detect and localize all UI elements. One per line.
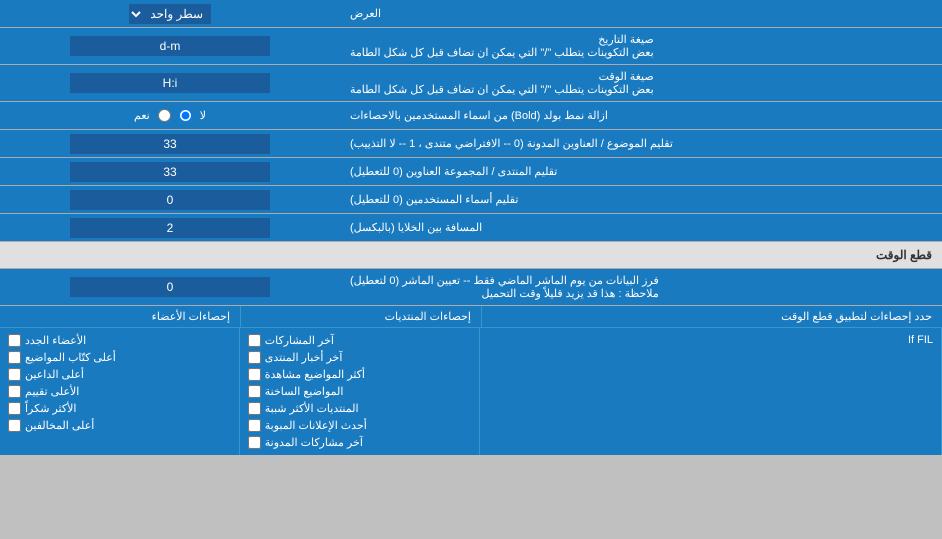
- cutoff-row: فرز البيانات من يوم الماشر الماضي فقط --…: [0, 269, 942, 306]
- col1-header-label: إحصاءات الأعضاء: [0, 306, 241, 327]
- cutoff-label: فرز البيانات من يوم الماشر الماضي فقط --…: [340, 269, 942, 305]
- cutoff-input[interactable]: [70, 277, 270, 297]
- bold-radio-group: لا نعم: [124, 105, 216, 126]
- checkbox-forum-news-input[interactable]: [248, 351, 261, 364]
- checkbox-hot-topics-input[interactable]: [248, 385, 261, 398]
- bold-remove-input-cell: لا نعم: [0, 102, 340, 129]
- cutoff-section-header: قطع الوقت: [0, 242, 942, 269]
- limit-label: حدد إحصاءات لتطبيق قطع الوقت: [482, 306, 942, 327]
- date-format-row: صيغة التاريخ بعض التكوينات يتطلب "/" الت…: [0, 28, 942, 65]
- checkbox-popular-forums-input[interactable]: [248, 402, 261, 415]
- time-format-label: صيغة الوقت بعض التكوينات يتطلب "/" التي …: [340, 65, 942, 101]
- cutoff-input-cell: [0, 269, 340, 305]
- time-format-row: صيغة الوقت بعض التكوينات يتطلب "/" التي …: [0, 65, 942, 102]
- main-container: العرض سطر واحد سطران ثلاثة أسطر صيغة الت…: [0, 0, 942, 455]
- checkbox-blog-posts: آخر مشاركات المدونة: [248, 434, 471, 451]
- bottom-text: If FIL: [488, 332, 934, 348]
- date-format-label: صيغة التاريخ بعض التكوينات يتطلب "/" الت…: [340, 28, 942, 64]
- usernames-row: تقليم أسماء المستخدمين (0 للتعطيل): [0, 186, 942, 214]
- single-line-row: العرض سطر واحد سطران ثلاثة أسطر: [0, 0, 942, 28]
- checkbox-new-members-input[interactable]: [8, 334, 21, 347]
- empty-col: If FIL: [480, 328, 942, 455]
- spacing-input[interactable]: [70, 218, 270, 238]
- date-format-input-cell: [0, 28, 340, 64]
- bold-remove-row: ازالة نمط بولد (Bold) من اسماء المستخدمي…: [0, 102, 942, 130]
- checkbox-classifieds-input[interactable]: [248, 419, 261, 432]
- checkbox-most-thanks: الأكثر شكراً: [8, 400, 231, 417]
- checkbox-top-rated-input[interactable]: [8, 385, 21, 398]
- single-line-select[interactable]: سطر واحد سطران ثلاثة أسطر: [129, 4, 211, 24]
- checkbox-top-writers: أعلى كتّاب المواضيع: [8, 349, 231, 366]
- checkbox-top-inviting-input[interactable]: [8, 368, 21, 381]
- checkbox-hot-topics: المواضيع الساخنة: [248, 383, 471, 400]
- bold-yes-label: نعم: [134, 109, 150, 122]
- single-line-input-cell: سطر واحد سطران ثلاثة أسطر: [0, 0, 340, 27]
- forum-topics-row: تقليم الموضوع / العناوين المدونة (0 -- ا…: [0, 130, 942, 158]
- time-format-input[interactable]: [70, 73, 270, 93]
- checkbox-most-viewed: أكثر المواضيع مشاهدة: [248, 366, 471, 383]
- checkbox-top-writers-input[interactable]: [8, 351, 21, 364]
- checkbox-classifieds: أحدث الإعلانات المبوبة: [248, 417, 471, 434]
- checkbox-last-posts-input[interactable]: [248, 334, 261, 347]
- forum-group-label: تقليم المنتدى / المجموعة العناوين (0 للت…: [340, 158, 942, 185]
- checkboxes-grid: If FIL آخر المشاركات آخر أخبار المنتدى أ…: [0, 328, 942, 455]
- checkboxes-section: حدد إحصاءات لتطبيق قطع الوقت إحصاءات الم…: [0, 306, 942, 455]
- usernames-input-cell: [0, 186, 340, 213]
- spacing-input-cell: [0, 214, 340, 241]
- bold-remove-label: ازالة نمط بولد (Bold) من اسماء المستخدمي…: [340, 102, 942, 129]
- checkbox-new-members: الأعضاء الجدد: [8, 332, 231, 349]
- checkbox-top-violators: أعلى المخالفين: [8, 417, 231, 434]
- spacing-label: المسافة بين الخلايا (بالبكسل): [340, 214, 942, 241]
- forum-checkboxes-col: آخر المشاركات آخر أخبار المنتدى أكثر الم…: [240, 328, 480, 455]
- forum-topics-label: تقليم الموضوع / العناوين المدونة (0 -- ا…: [340, 130, 942, 157]
- checkbox-most-thanks-input[interactable]: [8, 402, 21, 415]
- member-checkboxes-col: الأعضاء الجدد أعلى كتّاب المواضيع أعلى ا…: [0, 328, 240, 455]
- checkbox-top-violators-input[interactable]: [8, 419, 21, 432]
- forum-group-row: تقليم المنتدى / المجموعة العناوين (0 للت…: [0, 158, 942, 186]
- date-format-input[interactable]: [70, 36, 270, 56]
- page-title: العرض: [340, 0, 942, 27]
- limit-row: حدد إحصاءات لتطبيق قطع الوقت إحصاءات الم…: [0, 306, 942, 328]
- checkbox-top-inviting: أعلى الداعين: [8, 366, 231, 383]
- spacing-row: المسافة بين الخلايا (بالبكسل): [0, 214, 942, 242]
- checkbox-most-viewed-input[interactable]: [248, 368, 261, 381]
- checkbox-popular-forums: المنتديات الأكثر شببة: [248, 400, 471, 417]
- checkbox-forum-news: آخر أخبار المنتدى: [248, 349, 471, 366]
- col2-header-label: إحصاءات المنتديات: [241, 306, 482, 327]
- time-format-input-cell: [0, 65, 340, 101]
- checkbox-last-posts: آخر المشاركات: [248, 332, 471, 349]
- bold-no-label: لا: [200, 109, 206, 122]
- forum-group-input-cell: [0, 158, 340, 185]
- checkbox-top-rated: الأعلى تقييم: [8, 383, 231, 400]
- forum-topics-input-cell: [0, 130, 340, 157]
- forum-group-input[interactable]: [70, 162, 270, 182]
- forum-topics-input[interactable]: [70, 134, 270, 154]
- usernames-input[interactable]: [70, 190, 270, 210]
- bold-yes-radio[interactable]: [158, 109, 171, 122]
- checkbox-blog-posts-input[interactable]: [248, 436, 261, 449]
- usernames-label: تقليم أسماء المستخدمين (0 للتعطيل): [340, 186, 942, 213]
- bold-no-radio[interactable]: [179, 109, 192, 122]
